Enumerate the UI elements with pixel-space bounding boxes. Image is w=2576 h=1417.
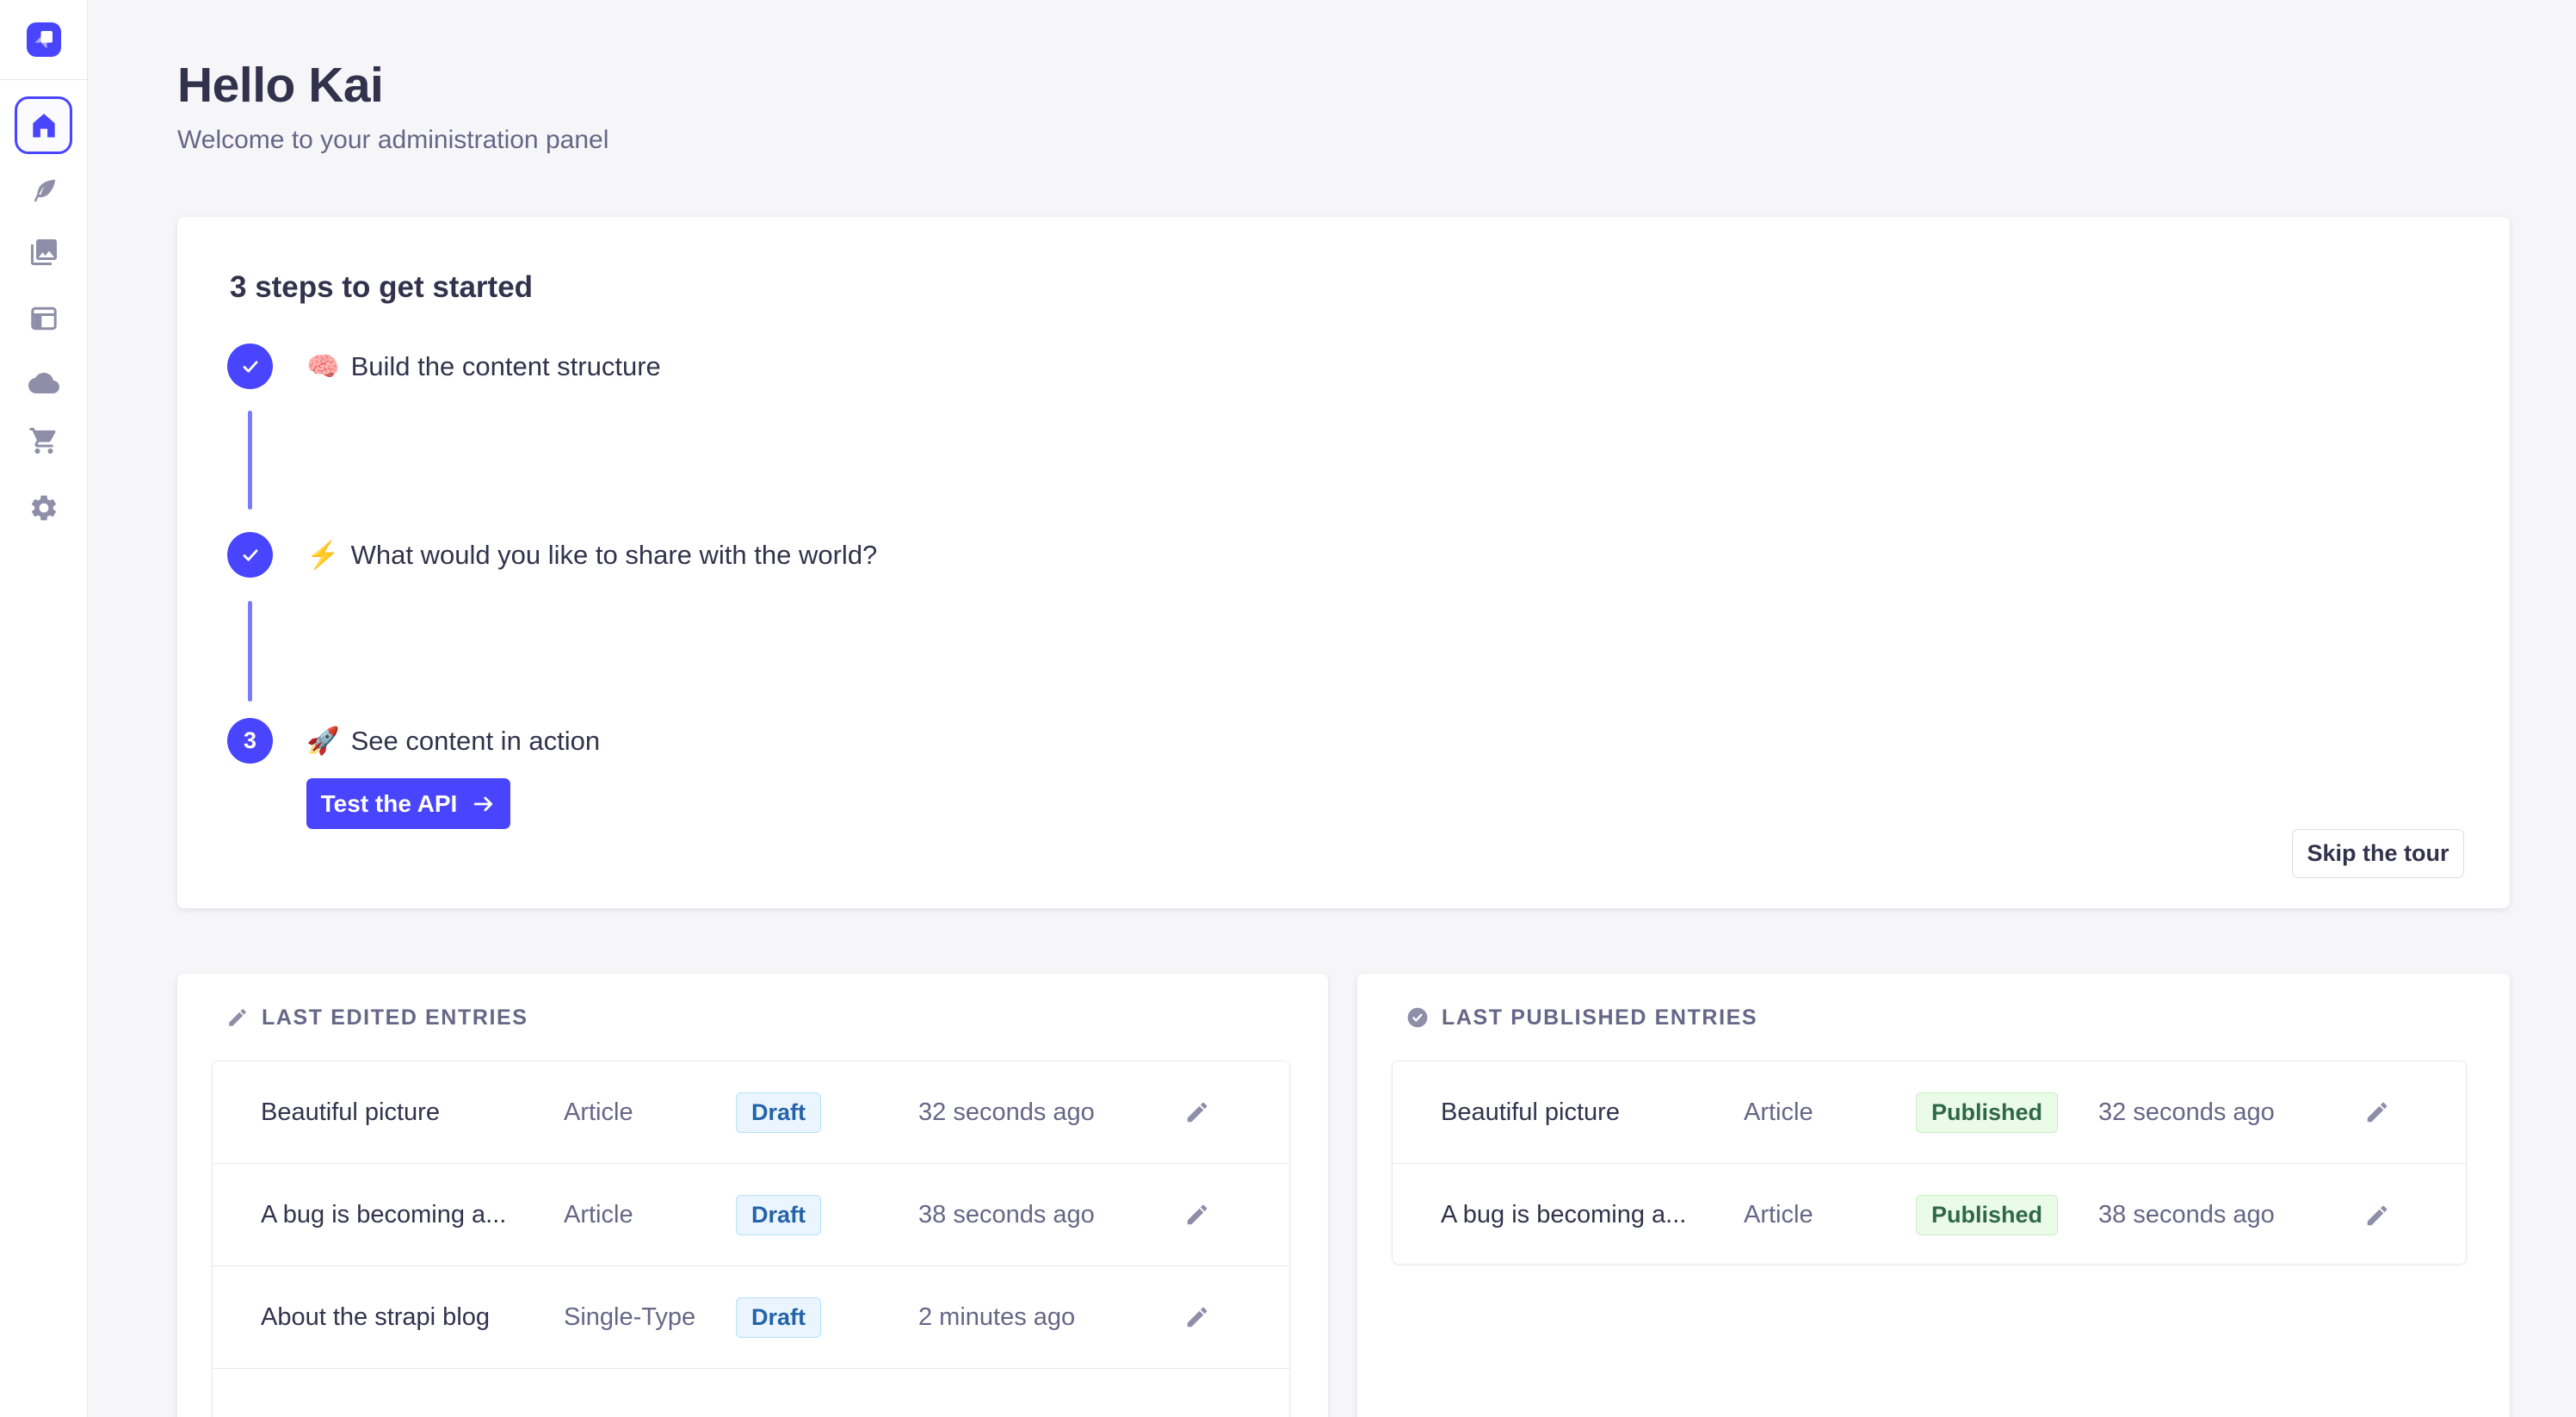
check-circle-icon	[1406, 1006, 1429, 1029]
last-published-entries-header: LAST PUBLISHED ENTRIES	[1406, 1005, 1757, 1030]
status-badge: Published	[1916, 1092, 2058, 1133]
edit-entry-button[interactable]	[2358, 1093, 2396, 1131]
status-badge: Draft	[736, 1092, 821, 1133]
step-3-indicator: 3	[227, 718, 273, 764]
sidebar-item-media-library[interactable]	[27, 235, 61, 269]
step-3-number: 3	[244, 727, 256, 754]
step-1-text: Build the content structure	[351, 351, 661, 382]
last-edited-entries-header: LAST EDITED ENTRIES	[226, 1005, 528, 1030]
last-edited-entries-title: LAST EDITED ENTRIES	[262, 1006, 528, 1030]
test-the-api-label: Test the API	[321, 790, 458, 818]
entry-title: A bug is becoming a...	[1441, 1201, 1744, 1229]
table-row[interactable]: Beautiful picture Article Draft 32 secon…	[213, 1061, 1289, 1164]
entry-type: Article	[564, 1201, 736, 1229]
sidebar-item-settings[interactable]	[27, 491, 61, 525]
pencil-icon	[1184, 1202, 1210, 1228]
table-row[interactable]: A bug is becoming a... Article Published…	[1393, 1164, 2466, 1265]
step-1-label: 🧠 Build the content structure	[306, 343, 661, 389]
cloud-icon	[28, 368, 59, 399]
test-the-api-button[interactable]: Test the API	[306, 778, 510, 829]
sidebar-item-home[interactable]	[15, 96, 72, 154]
check-icon	[239, 544, 262, 566]
step-2-label: ⚡ What would you like to share with the …	[306, 532, 877, 578]
pencil-icon	[1184, 1304, 1210, 1330]
table-row[interactable]: About the strapi blog Single-Type Draft …	[213, 1266, 1289, 1369]
edit-entry-button[interactable]	[2358, 1197, 2396, 1234]
lightning-emoji-icon: ⚡	[306, 539, 340, 571]
arrow-right-icon	[472, 792, 496, 816]
shopping-cart-icon	[28, 425, 59, 456]
sidebar-item-deploy[interactable]	[27, 366, 61, 400]
pencil-icon	[2364, 1099, 2390, 1125]
step-2-indicator	[227, 532, 273, 578]
skip-the-tour-button[interactable]: Skip the tour	[2292, 829, 2464, 878]
entry-type: Article	[564, 1098, 736, 1127]
entry-title: Beautiful picture	[1441, 1098, 1744, 1127]
step-2-text: What would you like to share with the wo…	[351, 540, 878, 571]
entry-title: A bug is becoming a...	[261, 1201, 564, 1229]
step-3-label: 🚀 See content in action	[306, 718, 600, 764]
layout-builder-icon	[28, 303, 59, 334]
entry-title: Beautiful picture	[261, 1098, 564, 1127]
entry-time: 38 seconds ago	[918, 1201, 1178, 1229]
last-published-entries-table: Beautiful picture Article Published 32 s…	[1392, 1061, 2467, 1265]
rocket-emoji-icon: 🚀	[306, 725, 340, 757]
sidebar-item-content-manager[interactable]	[27, 174, 61, 208]
guided-tour-title: 3 steps to get started	[230, 270, 533, 305]
media-pictures-icon	[28, 237, 59, 268]
sidebar-item-content-type-builder[interactable]	[27, 301, 61, 336]
page-subtitle: Welcome to your administration panel	[177, 126, 608, 155]
sidebar-item-marketplace[interactable]	[27, 424, 61, 458]
strapi-logo-icon	[27, 22, 61, 57]
entry-type: Single-Type	[564, 1303, 736, 1332]
step-1-indicator	[227, 343, 273, 389]
step-3-text: See content in action	[351, 726, 601, 757]
step-connector	[248, 601, 252, 702]
last-published-entries-panel: LAST PUBLISHED ENTRIES Beautiful picture…	[1357, 974, 2510, 1417]
entry-type: Article	[1744, 1201, 1916, 1229]
entry-time: 32 seconds ago	[918, 1098, 1178, 1127]
brain-emoji-icon: 🧠	[306, 350, 340, 382]
entry-type: Article	[1744, 1098, 1916, 1127]
pencil-icon	[226, 1006, 249, 1029]
gear-icon	[28, 492, 59, 523]
feather-pen-icon	[28, 176, 59, 207]
strapi-logo[interactable]	[27, 22, 61, 57]
status-badge: Published	[1916, 1195, 2058, 1235]
edit-entry-button[interactable]	[1178, 1196, 1216, 1234]
logo-box	[0, 0, 87, 80]
table-row[interactable]: A bug is becoming a... Article Draft 38 …	[213, 1164, 1289, 1266]
last-published-entries-title: LAST PUBLISHED ENTRIES	[1442, 1006, 1757, 1030]
entry-time: 2 minutes ago	[918, 1303, 1178, 1332]
entry-title: About the strapi blog	[261, 1303, 564, 1332]
pencil-icon	[2364, 1203, 2390, 1228]
entry-time: 38 seconds ago	[2098, 1201, 2358, 1229]
edit-entry-button[interactable]	[1178, 1093, 1216, 1131]
step-connector	[248, 411, 252, 510]
sidebar	[0, 0, 88, 1417]
pencil-icon	[1184, 1099, 1210, 1125]
home-icon	[28, 109, 60, 142]
last-edited-entries-panel: LAST EDITED ENTRIES Beautiful picture Ar…	[177, 974, 1328, 1417]
entry-time: 32 seconds ago	[2098, 1098, 2358, 1127]
status-badge: Draft	[736, 1195, 821, 1235]
last-edited-entries-table: Beautiful picture Article Draft 32 secon…	[212, 1061, 1290, 1417]
table-row[interactable]: Beautiful picture Article Published 32 s…	[1393, 1061, 2466, 1164]
status-badge: Draft	[736, 1297, 821, 1338]
check-icon	[239, 356, 262, 378]
page-title: Hello Kai	[177, 57, 383, 114]
edit-entry-button[interactable]	[1178, 1298, 1216, 1336]
guided-tour-card: 3 steps to get started 🧠 Build the conte…	[177, 217, 2510, 908]
